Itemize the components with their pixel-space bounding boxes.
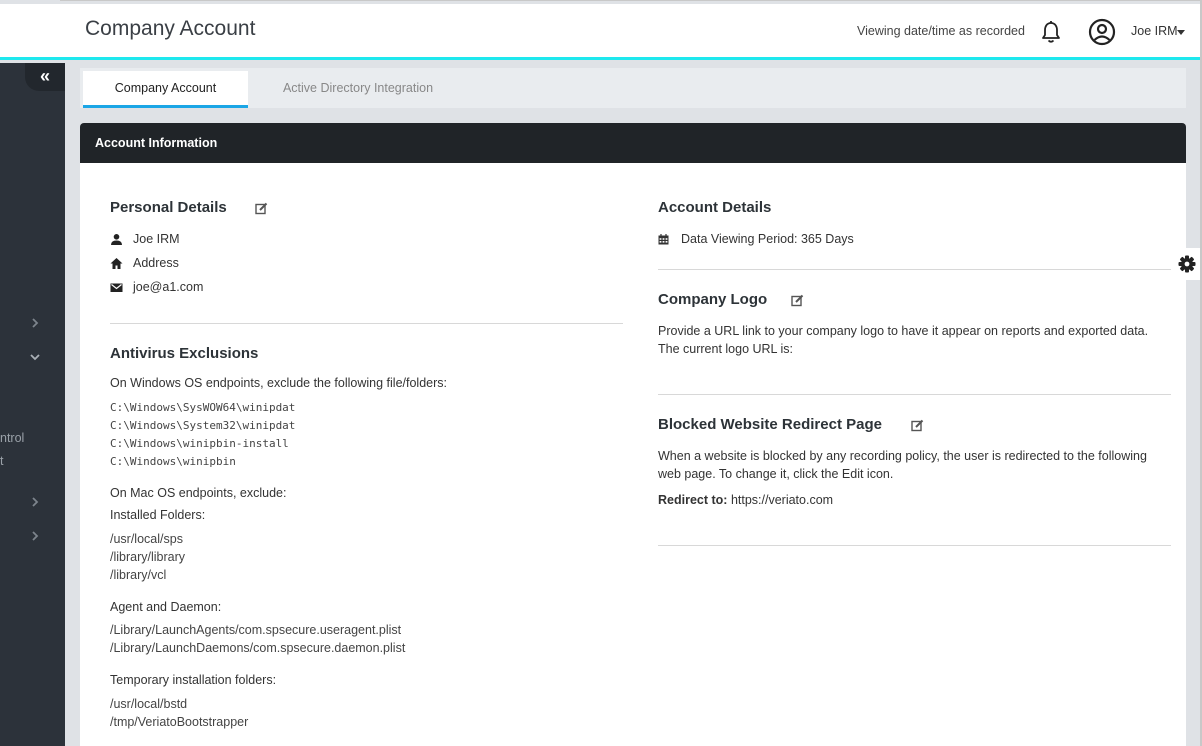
windows-path: C:\Windows\System32\winipdat <box>110 419 296 432</box>
collapse-sidebar-button[interactable]: « <box>25 63 65 91</box>
redirect-url: https://veriato.com <box>730 493 834 507</box>
installed-folders-label: Installed Folders: <box>110 508 206 522</box>
card-title: Account Information <box>80 123 1186 163</box>
personal-name: Joe IRM <box>133 232 180 246</box>
user-circle-icon[interactable] <box>1088 18 1116 46</box>
account-details-heading: Account Details <box>658 199 772 216</box>
redirect-label: Redirect to: <box>658 493 728 507</box>
tab-company-account[interactable]: Company Account <box>83 71 248 108</box>
company-logo-current-url-label: The current logo URL is: <box>658 342 794 356</box>
personal-address: Address <box>133 256 179 270</box>
installed-path: /library/library <box>110 550 186 564</box>
chevron-right-icon[interactable] <box>28 316 42 330</box>
settings-panel-toggle[interactable] <box>1172 248 1202 280</box>
chevron-right-icon[interactable] <box>28 495 42 509</box>
data-viewing-period: Data Viewing Period: 365 Days <box>681 232 854 246</box>
divider <box>658 269 1171 270</box>
top-header: Company Account Viewing date/time as rec… <box>0 4 1202 60</box>
temp-path: /tmp/VeriatoBootstrapper <box>110 715 249 729</box>
divider <box>658 545 1171 546</box>
envelope-icon <box>110 283 123 292</box>
agent-path: /Library/LaunchAgents/com.spsecure.usera… <box>110 623 402 637</box>
temp-path: /usr/local/bstd <box>110 697 188 711</box>
edit-icon[interactable] <box>911 419 924 432</box>
tab-bar: Company Account Active Directory Integra… <box>80 68 1186 108</box>
company-logo-heading: Company Logo <box>658 291 768 308</box>
windows-intro: On Windows OS endpoints, exclude the fol… <box>110 376 447 390</box>
sidebar: « ntrol t <box>0 63 65 746</box>
chevron-right-icon[interactable] <box>28 529 42 543</box>
divider <box>658 394 1171 395</box>
sidebar-item-label[interactable]: t <box>0 454 3 468</box>
user-menu-button[interactable]: Joe IRM <box>1131 24 1178 38</box>
windows-path: C:\Windows\SysWOW64\winipdat <box>110 401 296 414</box>
edit-icon[interactable] <box>791 294 804 307</box>
blocked-redirect-description-2: web page. To change it, click the Edit i… <box>658 467 894 481</box>
personal-email: joe@a1.com <box>133 280 204 294</box>
windows-path: C:\Windows\winipbin <box>110 455 236 468</box>
redirect-row: Redirect to: https://veriato.com <box>658 493 833 507</box>
sidebar-item-label[interactable]: ntrol <box>0 431 24 445</box>
divider <box>110 323 623 324</box>
agent-path: /Library/LaunchDaemons/com.spsecure.daem… <box>110 641 406 655</box>
blocked-redirect-heading: Blocked Website Redirect Page <box>658 416 882 433</box>
installed-path: /library/vcl <box>110 568 167 582</box>
blocked-redirect-description: When a website is blocked by any recordi… <box>658 449 1147 463</box>
personal-details-heading: Personal Details <box>110 199 227 216</box>
edit-icon[interactable] <box>255 202 268 215</box>
caret-down-icon[interactable] <box>1177 30 1185 35</box>
temp-folders-label: Temporary installation folders: <box>110 673 277 687</box>
antivirus-exclusions-heading: Antivirus Exclusions <box>110 345 259 362</box>
user-icon <box>111 234 122 245</box>
tab-active-directory-integration[interactable]: Active Directory Integration <box>248 71 468 108</box>
installed-path: /usr/local/sps <box>110 532 183 546</box>
page-title: Company Account <box>85 17 256 40</box>
mac-intro: On Mac OS endpoints, exclude: <box>110 486 287 500</box>
home-icon <box>110 258 123 269</box>
windows-path: C:\Windows\winipbin-install <box>110 437 289 450</box>
agent-daemon-label: Agent and Daemon: <box>110 600 222 614</box>
bell-icon[interactable] <box>1040 20 1062 44</box>
gear-icon[interactable] <box>1178 255 1196 273</box>
company-logo-description: Provide a URL link to your company logo … <box>658 324 1149 338</box>
viewing-mode-text[interactable]: Viewing date/time as recorded <box>857 24 1025 38</box>
chevron-down-icon[interactable] <box>28 350 42 364</box>
calendar-icon <box>658 234 669 245</box>
